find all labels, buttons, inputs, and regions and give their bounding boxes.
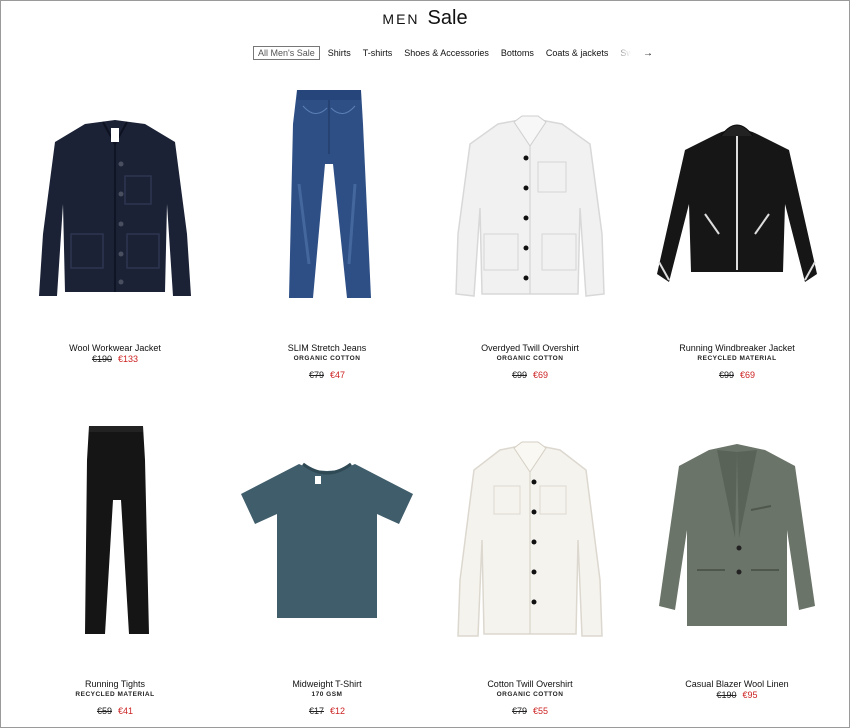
tshirt-teal-icon [241,462,413,618]
product-image[interactable] [221,407,433,663]
original-price: €99 [511,370,527,380]
sale-price: €133 [118,354,139,364]
product-price: €17 €12 [221,706,433,716]
product-image[interactable] [424,71,636,327]
original-price: €79 [308,370,324,380]
sale-price: €12 [330,706,346,716]
product-material: ORGANIC COTTON [496,355,564,362]
original-price: €190 [716,690,737,700]
product-material: RECYCLED MATERIAL [697,355,777,362]
tights-black-icon [85,426,149,634]
product-name[interactable]: Cotton Twill Overshirt [424,679,636,689]
category-nav-list: All Men's Sale Shirts T-shirts Shoes & A… [253,46,631,60]
original-price: €59 [96,706,112,716]
page-frame: MEN Sale All Men's Sale Shirts T-shirts … [0,0,850,728]
product-image[interactable] [424,407,636,663]
original-price: €79 [511,706,527,716]
nav-item-tshirts[interactable]: T-shirts [359,47,397,59]
blazer-grey-icon [659,444,815,626]
product-material: 170 GSM [311,691,343,698]
original-price: €99 [718,370,734,380]
product-name[interactable]: Wool Workwear Jacket [9,343,221,353]
product-name[interactable]: SLIM Stretch Jeans [221,343,433,353]
nav-item-bottoms[interactable]: Bottoms [497,47,538,59]
nav-item-sweatshirts[interactable]: Sweatshirts [616,47,631,59]
nav-item-shirts[interactable]: Shirts [324,47,355,59]
product-price: €190 €95 [631,690,843,700]
section-label: MEN [382,11,420,27]
product-material: RECYCLED MATERIAL [75,691,155,698]
product-name[interactable]: Running Tights [9,679,221,689]
sale-price: €41 [118,706,134,716]
product-name[interactable]: Overdyed Twill Overshirt [424,343,636,353]
page-header: MEN Sale [1,7,849,30]
product-price: €79 €47 [221,370,433,380]
sale-price: €69 [740,370,756,380]
product-image[interactable] [631,71,843,327]
product-price: €190 €133 [9,354,221,364]
product-price: €59 €41 [9,706,221,716]
product-image[interactable] [221,71,433,327]
product-image[interactable] [631,407,843,663]
product-material: ORGANIC COTTON [496,691,564,698]
jacket-navy-icon [39,120,191,296]
original-price: €17 [308,706,324,716]
nav-item-shoes-accessories[interactable]: Shoes & Accessories [400,47,493,59]
overshirt-cream-icon [457,441,603,637]
sale-price: €47 [330,370,346,380]
original-price: €190 [91,354,112,364]
product-price: €99 €69 [631,370,843,380]
product-image[interactable] [9,407,221,663]
nav-item-coats-jackets[interactable]: Coats & jackets [542,47,613,59]
product-price: €99 €69 [424,370,636,380]
jeans-icon [289,90,371,298]
page-title: MEN Sale [382,7,467,30]
product-price: €79 €55 [424,706,636,716]
nav-item-all-mens-sale[interactable]: All Men's Sale [253,46,320,60]
product-name[interactable]: Casual Blazer Wool Linen [631,679,843,689]
page-heading: Sale [427,7,468,29]
overshirt-white-icon [455,115,605,297]
windbreaker-black-icon [657,124,817,282]
sale-price: €55 [533,706,549,716]
product-material: ORGANIC COTTON [293,355,361,362]
category-nav: All Men's Sale Shirts T-shirts Shoes & A… [253,45,653,61]
sale-price: €95 [742,690,758,700]
product-name[interactable]: Running Windbreaker Jacket [631,343,843,353]
product-image[interactable] [9,71,221,327]
nav-next-arrow-icon[interactable]: → [643,48,653,59]
product-name[interactable]: Midweight T-Shirt [221,679,433,689]
sale-price: €69 [533,370,549,380]
